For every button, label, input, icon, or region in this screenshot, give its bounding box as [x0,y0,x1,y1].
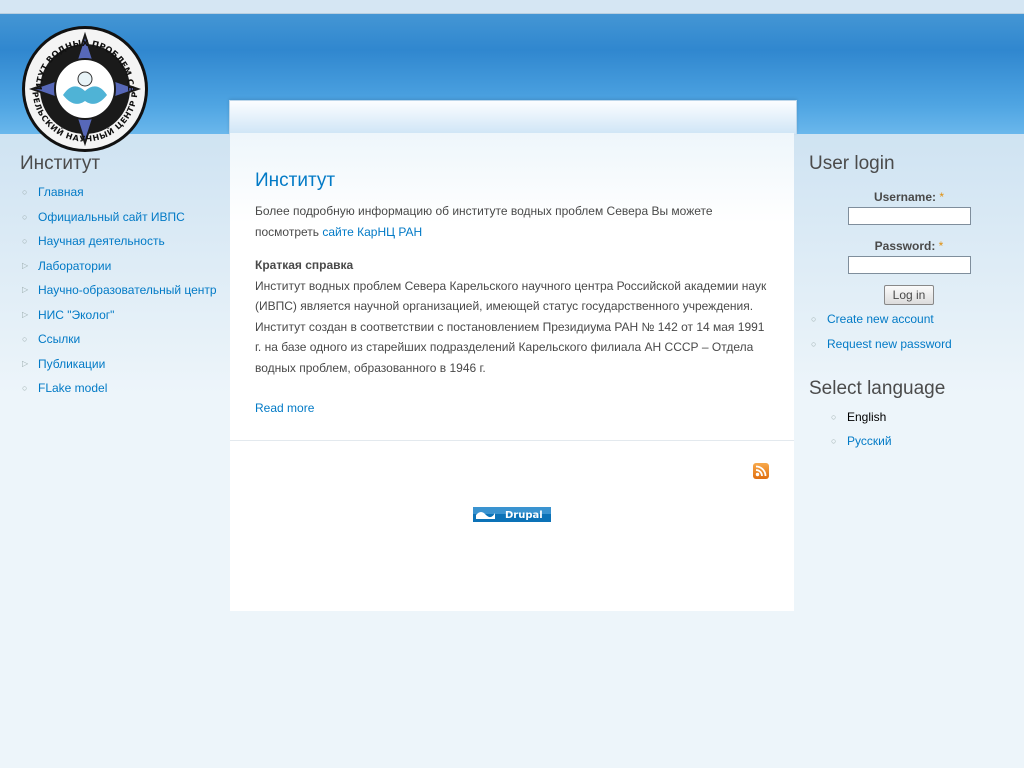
top-bar [0,0,1024,14]
sidebar-link[interactable]: Научная деятельность [38,234,165,248]
language-menu: ○ English ○ Русский [829,407,1009,452]
login-button[interactable]: Log in [884,285,934,305]
language-link[interactable]: English [847,410,886,424]
content-divider [230,440,794,441]
summary-text: Институт водных проблем Севера Карельско… [255,278,767,375]
site-logo[interactable]: ИНСТИТУТ ВОДНЫХ ПРОБЛЕМ СЕВЕРА КАРЕЛЬСКИ… [18,25,152,153]
summary-heading: Краткая справка [255,258,354,272]
karnc-link[interactable]: сайте КарНЦ РАН [322,225,422,239]
bullet-triangle-icon: ▷ [22,309,29,319]
bullet-circle-icon: ○ [22,211,28,222]
sidebar-link[interactable]: Ссылки [38,332,80,346]
username-label: Username: * [873,190,945,204]
sidebar-link[interactable]: Научно-образовательный центр [38,283,217,297]
sidebar-link[interactable]: Официальный сайт ИВПС [38,210,185,224]
create-account-link[interactable]: Create new account [827,312,934,326]
sidebar-item: ▷ Публикации [20,354,220,374]
login-title: User login [809,153,895,174]
bullet-circle-icon: ○ [22,187,28,197]
drupal-badge-text: Drupal [505,510,543,521]
sidebar-right: User login Username: * Password: * Log i… [809,152,1009,456]
bullet-triangle-icon: ▷ [22,285,29,294]
sidebar-item: ○ Главная [20,182,220,202]
sidebar-item: ▷ Лаборатории [20,256,220,276]
sidebar-item: ○ FLake model [20,378,220,398]
language-link[interactable]: Русский [847,434,892,448]
read-more-link[interactable]: Read more [255,401,314,415]
sidebar-menu: ○ Главная ○ Официальный сайт ИВПС ○ Научная д… [20,182,220,398]
bullet-circle-icon: ○ [22,236,28,246]
bullet-circle-icon: ○ [811,314,817,324]
main-content: Институт Более подробную информацию об и… [230,133,794,611]
language-title: Select language [809,377,946,399]
password-label: Password: * [874,239,944,253]
sidebar-title: Институт [20,153,101,174]
bullet-circle-icon: ○ [831,436,837,446]
language-item: ○ Русский [829,431,1009,451]
rss-feed-icon[interactable] [753,463,769,479]
create-account-item: ○ Create new account [809,309,1009,329]
content-header-tab [229,100,797,134]
bullet-triangle-icon: ▷ [22,260,29,270]
password-item: Password: * [809,239,1009,274]
sidebar-item: ▷ Научно-образовательный центр [20,280,220,300]
node-title-link[interactable]: Институт [255,170,335,191]
bullet-circle-icon: ○ [831,411,837,422]
sidebar-item: ○ Научная деятельность [20,231,220,251]
sidebar-left: Институт ○ Главная ○ Официальный сайт ИВПС ○… [20,152,220,403]
language-item: ○ English [829,407,1009,427]
bullet-circle-icon: ○ [22,383,28,393]
username-input[interactable] [847,207,971,225]
sidebar-link[interactable]: НИС "Эколог" [38,308,114,322]
node-body: Более подробную информацию об институте … [255,201,770,391]
username-item: Username: * [809,190,1009,225]
sidebar-item: ▷ НИС "Эколог" [20,305,220,325]
login-links: ○ Create new account ○ Request new passwor… [809,309,1009,354]
bullet-circle-icon: ○ [811,338,817,349]
sidebar-item: ○ Официальный сайт ИВПС [20,207,220,227]
summary-paragraph: Краткая справка Институт водных проблем С… [255,255,770,378]
node-title[interactable]: Институт [255,170,335,192]
request-password-link[interactable]: Request new password [827,337,952,351]
drupal-badge-icon[interactable]: Drupal [473,507,551,522]
sidebar-item: ○ Ссылки [20,329,220,349]
sidebar-link[interactable]: Публикации [38,357,105,371]
sidebar-link[interactable]: FLake model [38,381,107,395]
bullet-circle-icon: ○ [22,334,28,344]
request-password-item: ○ Request new password [809,334,1009,354]
bullet-triangle-icon: ▷ [22,358,29,368]
password-input[interactable] [847,256,971,274]
sidebar-link[interactable]: Главная [38,185,84,199]
intro-paragraph: Более подробную информацию об институте … [255,201,770,242]
sidebar-link[interactable]: Лаборатории [38,259,111,273]
